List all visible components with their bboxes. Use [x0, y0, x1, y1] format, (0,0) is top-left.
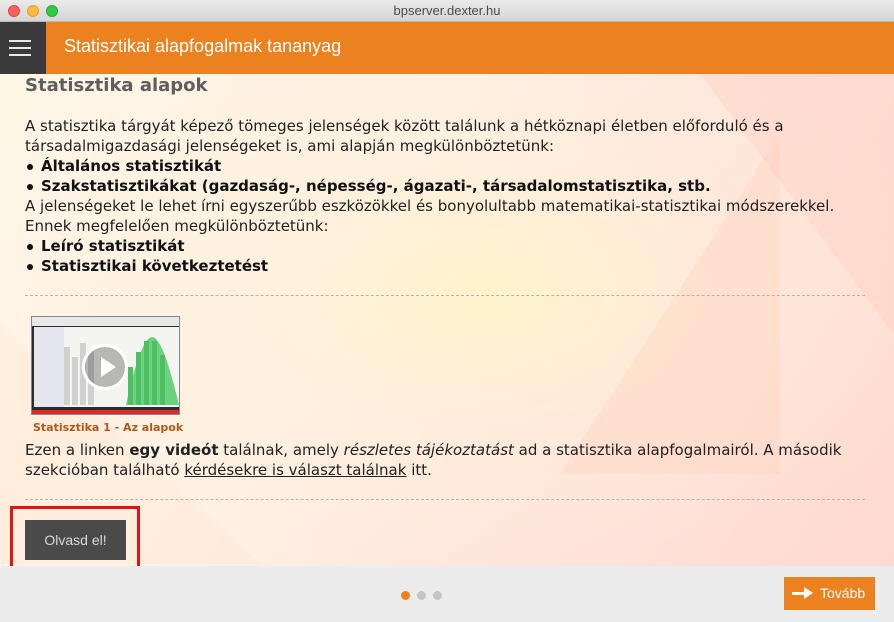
video-thumb-toolbar — [32, 317, 179, 326]
play-icon[interactable] — [82, 344, 128, 390]
page-dot-3[interactable] — [433, 591, 442, 600]
methods-paragraph: A jelenségeket le lehet írni egyszerűbb … — [25, 197, 835, 235]
next-button-label: Tovább — [820, 585, 866, 601]
hamburger-icon — [9, 54, 31, 56]
video-description: Ezen a linken egy videót találnak, amely… — [25, 440, 855, 480]
arrow-right-icon — [792, 587, 813, 599]
window-titlebar: bpserver.dexter.hu — [0, 0, 894, 22]
text-run: Ezen a linken — [25, 441, 130, 459]
list-item: Statisztikai következtetést — [25, 256, 268, 276]
text-run-italic: részletes tájékoztatást — [343, 441, 514, 459]
method-list: Leíró statisztikát Statisztikai következ… — [25, 236, 268, 276]
page-dot-1[interactable] — [401, 591, 410, 600]
stat-type-list: Általános statisztikát Szakstatisztikáka… — [25, 156, 711, 196]
text-run: itt. — [406, 461, 432, 479]
intro-paragraph: A statisztika tárgyát képező tömeges jel… — [25, 117, 784, 155]
app-title: Statisztikai alapfogalmak tananyag — [64, 36, 342, 56]
divider — [25, 295, 865, 296]
footer-bar: Tovább — [0, 566, 894, 622]
list-item: Általános statisztikát — [25, 156, 711, 176]
hamburger-icon — [9, 47, 31, 49]
section-title: Statisztika alapok — [25, 75, 208, 96]
text-run: találnak, amely — [218, 441, 344, 459]
read-button[interactable]: Olvasd el! — [25, 520, 126, 560]
page-dot-2[interactable] — [417, 591, 426, 600]
window-title: bpserver.dexter.hu — [393, 3, 501, 18]
hamburger-menu-button[interactable] — [0, 22, 46, 74]
list-item: Leíró statisztikát — [25, 236, 268, 256]
video-progress-bar — [32, 410, 179, 414]
video-caption[interactable]: Statisztika 1 - Az alapok — [33, 421, 183, 434]
app-header: Statisztikai alapfogalmak tananyag — [0, 22, 894, 74]
text-run-bold: egy videót — [129, 441, 219, 459]
lesson-content: Statisztika alapok A statisztika tárgyát… — [0, 74, 894, 566]
video-thumbnail[interactable] — [31, 316, 180, 415]
answers-link[interactable]: kérdésekre is választ találnak — [184, 461, 406, 479]
hamburger-icon — [9, 40, 31, 42]
next-button[interactable]: Tovább — [784, 577, 875, 610]
list-item: Szakstatisztikákat (gazdaság-, népesség-… — [25, 176, 711, 196]
divider — [25, 499, 865, 500]
